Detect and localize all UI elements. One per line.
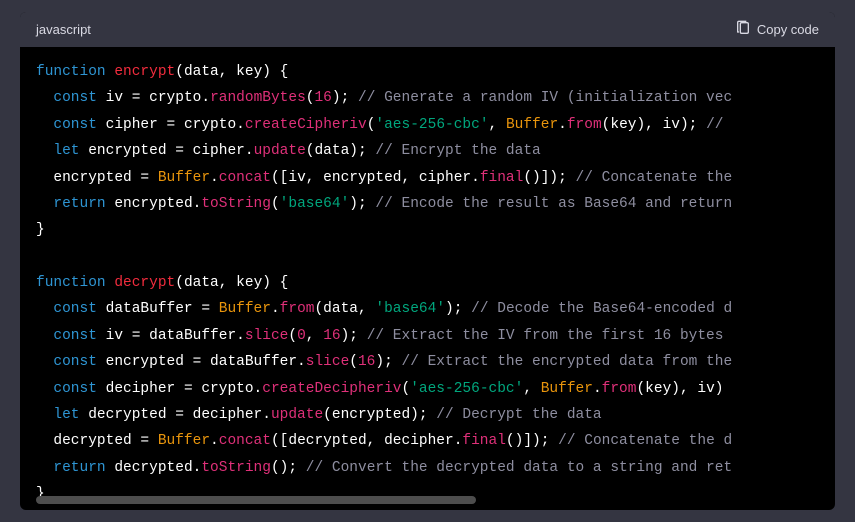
clipboard-icon (735, 20, 751, 39)
language-label: javascript (36, 22, 91, 37)
copy-code-button[interactable]: Copy code (735, 20, 819, 39)
code-body: function encrypt(data, key) { const iv =… (20, 47, 835, 510)
horizontal-scrollbar[interactable] (36, 496, 476, 504)
code-header: javascript Copy code (20, 12, 835, 47)
copy-code-label: Copy code (757, 22, 819, 37)
code-block: javascript Copy code function encrypt(da… (20, 12, 835, 510)
code-content[interactable]: function encrypt(data, key) { const iv =… (20, 47, 835, 510)
